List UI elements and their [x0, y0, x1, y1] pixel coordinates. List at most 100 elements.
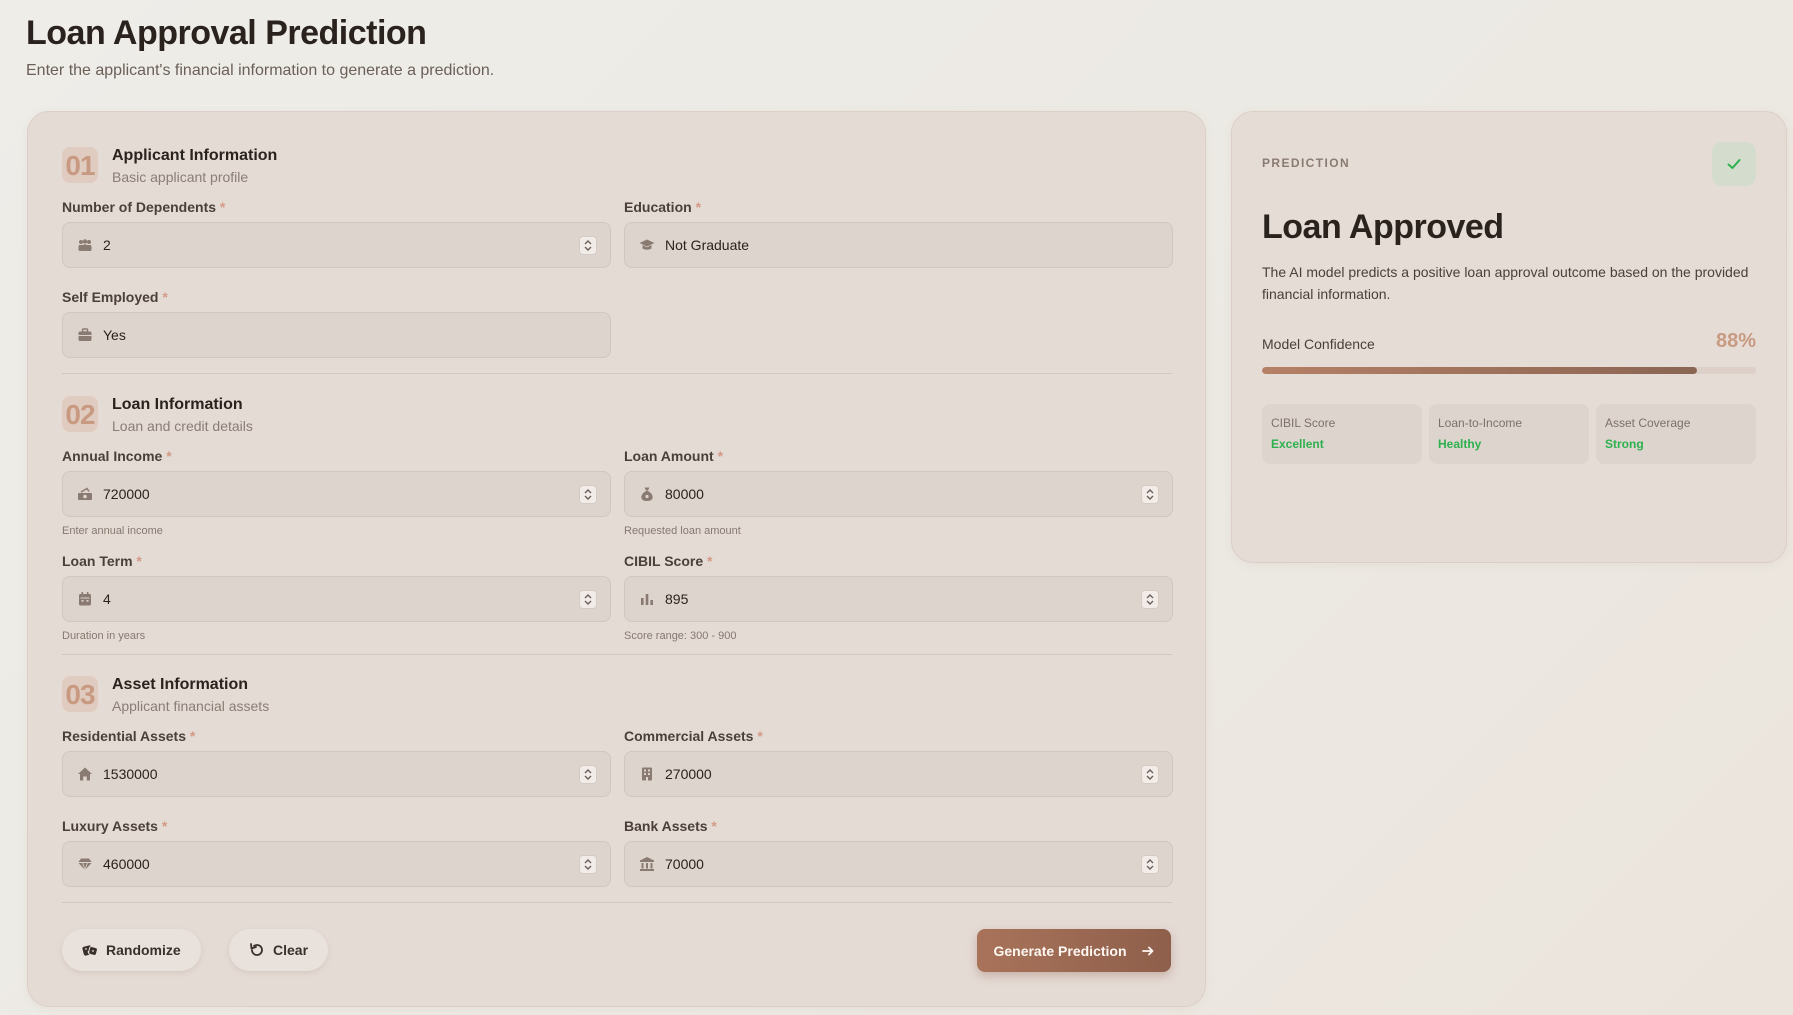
success-badge: [1712, 142, 1756, 186]
cibil-score-value: 895: [665, 591, 689, 607]
gem-icon: [77, 856, 93, 872]
briefcase-icon: [77, 327, 93, 343]
commercial-assets-stepper[interactable]: [1141, 765, 1159, 784]
bank-assets-input[interactable]: 70000: [624, 841, 1173, 887]
actions-divider: [62, 902, 1172, 903]
bank-icon: [639, 856, 655, 872]
loan-term-value: 4: [103, 591, 111, 607]
prediction-card: PREDICTION Loan Approved The AI model pr…: [1231, 111, 1787, 563]
prediction-label: PREDICTION: [1262, 156, 1351, 170]
residential-assets-label: Residential Assets *: [62, 728, 196, 744]
dependents-label: Number of Dependents *: [62, 199, 226, 215]
metric-loan-to-income: Loan-to-Income Healthy: [1429, 404, 1589, 464]
loan-form-card: 01 Applicant Information Basic applicant…: [27, 111, 1206, 1007]
section-divider: [62, 654, 1172, 655]
loan-term-hint: Duration in years: [62, 630, 146, 642]
metric-asset-coverage: Asset Coverage Strong: [1596, 404, 1756, 464]
annual-income-value: 720000: [103, 486, 150, 502]
education-value: Not Graduate: [665, 237, 750, 253]
metric-cibil: CIBIL Score Excellent: [1262, 404, 1422, 464]
loan-amount-input[interactable]: 80000: [624, 471, 1173, 517]
dice-icon: [82, 945, 98, 956]
annual-income-input[interactable]: 720000: [62, 471, 611, 517]
prediction-description: The AI model predicts a positive loan ap…: [1262, 264, 1749, 302]
commercial-assets-input[interactable]: 270000: [624, 751, 1173, 797]
loan-term-input[interactable]: 4: [62, 576, 611, 622]
building-icon: [639, 766, 655, 782]
confidence-label: Model Confidence: [1262, 336, 1375, 352]
section-title: Loan Information: [112, 396, 243, 413]
bank-assets-label: Bank Assets *: [624, 818, 717, 834]
graduation-cap-icon: [639, 237, 655, 253]
generate-prediction-label: Generate Prediction: [993, 942, 1127, 959]
self-employed-value: Yes: [103, 327, 126, 343]
randomize-button[interactable]: Randomize: [62, 929, 201, 971]
users-icon: [77, 237, 93, 253]
education-select[interactable]: Not Graduate: [624, 222, 1173, 268]
arrow-right-icon: [1141, 946, 1153, 955]
section-number: 02: [62, 396, 98, 432]
section-description: Applicant financial assets: [112, 698, 270, 714]
commercial-assets-value: 270000: [665, 766, 712, 782]
section-title: Asset Information: [112, 676, 249, 693]
education-label: Education *: [624, 199, 702, 215]
prediction-title: Loan Approved: [1262, 208, 1504, 246]
section-number: 01: [62, 147, 98, 183]
clear-button[interactable]: Clear: [229, 929, 329, 971]
calendar-icon: [77, 591, 93, 607]
annual-income-hint: Enter annual income: [62, 525, 163, 537]
loan-amount-value: 80000: [665, 486, 704, 502]
section-divider: [62, 373, 1172, 374]
cibil-score-label: CIBIL Score *: [624, 553, 713, 569]
page-title: Loan Approval Prediction: [26, 14, 427, 52]
cibil-score-hint: Score range: 300 - 900: [624, 630, 737, 642]
bank-assets-stepper[interactable]: [1141, 855, 1159, 874]
check-icon: [1727, 159, 1741, 169]
luxury-assets-input[interactable]: 460000: [62, 841, 611, 887]
loan-amount-stepper[interactable]: [1141, 485, 1159, 504]
section-description: Basic applicant profile: [112, 169, 249, 185]
self-employed-select[interactable]: Yes: [62, 312, 611, 358]
bar-chart-icon: [639, 591, 655, 607]
self-employed-label: Self Employed *: [62, 289, 168, 305]
annual-income-stepper[interactable]: [579, 485, 597, 504]
luxury-assets-label: Luxury Assets *: [62, 818, 168, 834]
money-icon: [77, 486, 93, 502]
metric-value: Healthy: [1438, 437, 1482, 451]
bank-assets-value: 70000: [665, 856, 704, 872]
residential-assets-value: 1530000: [103, 766, 158, 782]
loan-amount-label: Loan Amount *: [624, 448, 724, 464]
money-bag-icon: [639, 486, 655, 502]
randomize-label: Randomize: [106, 942, 181, 958]
house-icon: [77, 766, 93, 782]
residential-assets-input[interactable]: 1530000: [62, 751, 611, 797]
metric-label: Asset Coverage: [1605, 416, 1691, 430]
residential-assets-stepper[interactable]: [579, 765, 597, 784]
page-subtitle: Enter the applicant's financial informat…: [26, 62, 495, 79]
section-title: Applicant Information: [112, 147, 278, 164]
commercial-assets-label: Commercial Assets *: [624, 728, 763, 744]
confidence-bar-fill: [1262, 367, 1697, 374]
reset-icon: [250, 943, 263, 956]
section-number: 03: [62, 676, 98, 712]
loan-term-stepper[interactable]: [579, 590, 597, 609]
dependents-value: 2: [103, 237, 111, 253]
metric-value: Strong: [1605, 437, 1644, 451]
cibil-score-input[interactable]: 895: [624, 576, 1173, 622]
confidence-value: 88%: [1715, 330, 1756, 352]
cibil-score-stepper[interactable]: [1141, 590, 1159, 609]
annual-income-label: Annual Income *: [62, 448, 172, 464]
metric-label: Loan-to-Income: [1438, 416, 1523, 430]
luxury-assets-value: 460000: [103, 856, 150, 872]
loan-term-label: Loan Term *: [62, 553, 142, 569]
dependents-stepper[interactable]: [579, 236, 597, 255]
dependents-input[interactable]: 2: [62, 222, 611, 268]
metric-label: CIBIL Score: [1271, 416, 1336, 430]
loan-amount-hint: Requested loan amount: [624, 525, 741, 537]
metric-value: Excellent: [1271, 437, 1324, 451]
section-description: Loan and credit details: [112, 418, 253, 434]
generate-prediction-button[interactable]: Generate Prediction: [977, 929, 1171, 972]
confidence-bar: [1262, 367, 1756, 374]
luxury-assets-stepper[interactable]: [579, 855, 597, 874]
clear-label: Clear: [273, 942, 309, 958]
